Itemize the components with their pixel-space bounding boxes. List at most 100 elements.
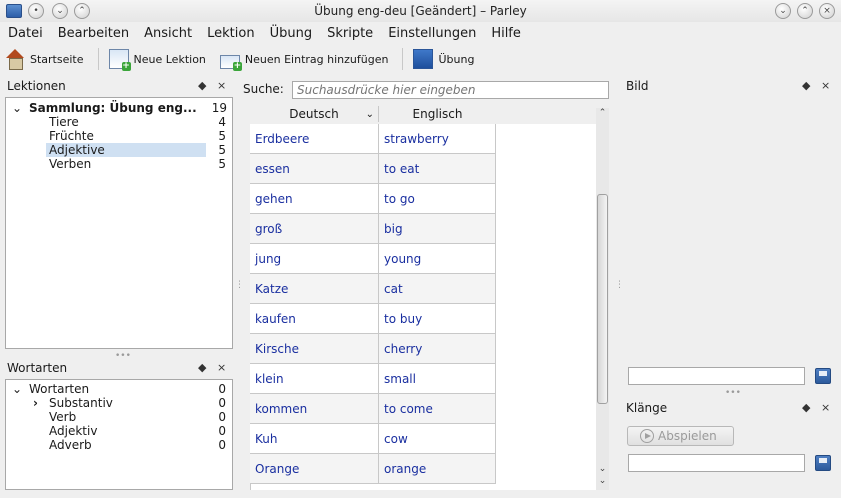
menu-uebung[interactable]: Übung xyxy=(270,26,313,41)
table-cell-englisch[interactable]: strawberry xyxy=(379,124,496,154)
splitter-handle-right[interactable]: ⋮ xyxy=(615,280,624,290)
expand-icon[interactable]: ⌄ xyxy=(12,101,22,115)
table-cell-englisch[interactable]: cherry xyxy=(379,334,496,364)
menu-bearbeiten[interactable]: Bearbeiten xyxy=(58,26,129,41)
close-window-button[interactable]: × xyxy=(819,3,835,19)
save-icon[interactable] xyxy=(815,455,831,471)
table-cell-deutsch[interactable]: Erdbeere xyxy=(250,124,379,154)
tree-root-collection[interactable]: ⌄ Sammlung: Übung eng... 19 xyxy=(6,101,232,115)
lessons-close-icon[interactable]: × xyxy=(217,79,226,92)
table-cell-englisch[interactable]: cat xyxy=(379,274,496,304)
table-cell-englisch[interactable]: big xyxy=(379,214,496,244)
sounds-close-icon[interactable]: × xyxy=(821,401,830,414)
save-icon[interactable] xyxy=(815,368,831,384)
wordtype-item[interactable]: Adjektiv 0 xyxy=(6,424,232,438)
menu-skripte[interactable]: Skripte xyxy=(327,26,373,41)
new-lesson-icon: + xyxy=(108,49,131,71)
wordtype-item[interactable]: Verb 0 xyxy=(6,410,232,424)
table-cell-englisch[interactable]: to go xyxy=(379,184,496,214)
search-label: Suche: xyxy=(243,82,284,96)
table-cell-englisch[interactable]: to come xyxy=(379,394,496,424)
wordtypes-root-label: Wortarten xyxy=(29,382,90,396)
window-title: Übung eng-deu [Geändert] – Parley xyxy=(314,4,527,18)
wordtypes-float-icon[interactable]: ◆ xyxy=(198,361,206,374)
table-cell-englisch[interactable]: to buy xyxy=(379,304,496,334)
wordtype-count: 0 xyxy=(218,396,226,410)
practice-icon xyxy=(413,49,434,69)
table-cell-englisch[interactable]: young xyxy=(379,244,496,274)
scrollbar-thumb[interactable] xyxy=(597,194,608,404)
image-path-field[interactable] xyxy=(628,367,805,385)
table-cell-englisch[interactable]: orange xyxy=(379,454,496,484)
lesson-label: Tiere xyxy=(49,115,79,129)
wordtype-item[interactable]: › Substantiv 0 xyxy=(6,396,232,410)
lesson-label: Verben xyxy=(49,157,92,171)
image-close-icon[interactable]: × xyxy=(821,79,830,92)
play-icon xyxy=(640,429,654,443)
scroll-down-icon[interactable]: ⌄ xyxy=(596,464,609,474)
toolbar: Startseite + Neue Lektion + Neuen Eintra… xyxy=(0,45,841,73)
collection-count: 19 xyxy=(211,101,227,115)
column-header-deutsch[interactable]: Deutsch ⌄ xyxy=(250,104,378,124)
table-cell-deutsch[interactable]: Orange xyxy=(250,454,379,484)
collection-label: Sammlung: Übung eng... xyxy=(29,101,197,115)
image-float-icon[interactable]: ◆ xyxy=(802,79,810,92)
table-cell-deutsch[interactable]: jung xyxy=(250,244,379,274)
table-cell-deutsch[interactable]: Katze xyxy=(250,274,379,304)
sort-indicator-icon: ⌄ xyxy=(365,108,374,120)
lesson-item-selected[interactable]: Adjektive 5 xyxy=(6,143,232,157)
table-cell-deutsch[interactable]: kaufen xyxy=(250,304,379,334)
menu-einstellungen[interactable]: Einstellungen xyxy=(388,26,476,41)
lesson-item[interactable]: Früchte 5 xyxy=(6,129,232,143)
lessons-float-icon[interactable]: ◆ xyxy=(198,79,206,92)
menu-ansicht[interactable]: Ansicht xyxy=(144,26,192,41)
lesson-item[interactable]: Tiere 4 xyxy=(6,115,232,129)
wordtype-count: 0 xyxy=(218,438,226,452)
lesson-count: 4 xyxy=(218,115,226,129)
menu-datei[interactable]: Datei xyxy=(8,26,43,41)
table-cell-deutsch[interactable]: gehen xyxy=(250,184,379,214)
table-cell-englisch[interactable]: cow xyxy=(379,424,496,454)
play-sound-button[interactable]: Abspielen xyxy=(627,426,734,446)
maximize-button[interactable]: ⌃ xyxy=(797,3,813,19)
menu-lektion[interactable]: Lektion xyxy=(207,26,254,41)
table-cell-englisch[interactable]: small xyxy=(379,364,496,394)
sound-path-field[interactable] xyxy=(628,454,805,472)
table-cell-englisch[interactable]: to eat xyxy=(379,154,496,184)
practice-label: Übung xyxy=(438,52,475,66)
scroll-down-icon[interactable]: ⌄ xyxy=(596,476,609,486)
table-scrollbar[interactable]: ⌃ ⌄ ⌄ xyxy=(596,108,609,490)
wordtype-label: Substantiv xyxy=(49,396,113,410)
practice-button[interactable]: Übung xyxy=(413,49,474,69)
lessons-panel-header: Lektionen ◆ × xyxy=(7,77,232,95)
column-header-englisch[interactable]: Englisch xyxy=(380,104,495,124)
wordtypes-panel-header: Wortarten ◆ × xyxy=(7,359,232,377)
table-cell-deutsch[interactable]: Kuh xyxy=(250,424,379,454)
table-cell-deutsch[interactable]: essen xyxy=(250,154,379,184)
expand-icon[interactable]: ⌄ xyxy=(12,382,22,396)
tree-root-wordtypes[interactable]: ⌄ Wortarten 0 xyxy=(6,382,232,396)
splitter-handle-left[interactable]: ⋮ xyxy=(235,280,244,290)
expand-icon[interactable]: › xyxy=(33,396,38,410)
lesson-item[interactable]: Verben 5 xyxy=(6,157,232,171)
search-input[interactable] xyxy=(292,81,609,99)
table-cell-deutsch[interactable]: Kirsche xyxy=(250,334,379,364)
home-button[interactable]: Startseite xyxy=(5,49,84,70)
sounds-panel-title: Klänge xyxy=(626,401,668,415)
table-cell-deutsch[interactable]: klein xyxy=(250,364,379,394)
wordtypes-close-icon[interactable]: × xyxy=(217,361,226,374)
lesson-label: Früchte xyxy=(49,129,94,143)
new-lesson-button[interactable]: + Neue Lektion xyxy=(108,49,206,71)
menu-hilfe[interactable]: Hilfe xyxy=(491,26,521,41)
scroll-up-icon[interactable]: ⌃ xyxy=(596,108,609,118)
wordtype-item[interactable]: Adverb 0 xyxy=(6,438,232,452)
sounds-float-icon[interactable]: ◆ xyxy=(802,401,810,414)
table-cell-deutsch[interactable]: groß xyxy=(250,214,379,244)
minimize-button[interactable]: ⌄ xyxy=(775,3,791,19)
table-cell-deutsch[interactable]: kommen xyxy=(250,394,379,424)
home-label: Startseite xyxy=(30,52,84,66)
lesson-label: Adjektive xyxy=(49,143,105,157)
wordtype-label: Adjektiv xyxy=(49,424,98,438)
new-entry-button[interactable]: + Neuen Eintrag hinzufügen xyxy=(219,49,388,71)
splitter-handle[interactable]: ••• xyxy=(725,388,741,398)
